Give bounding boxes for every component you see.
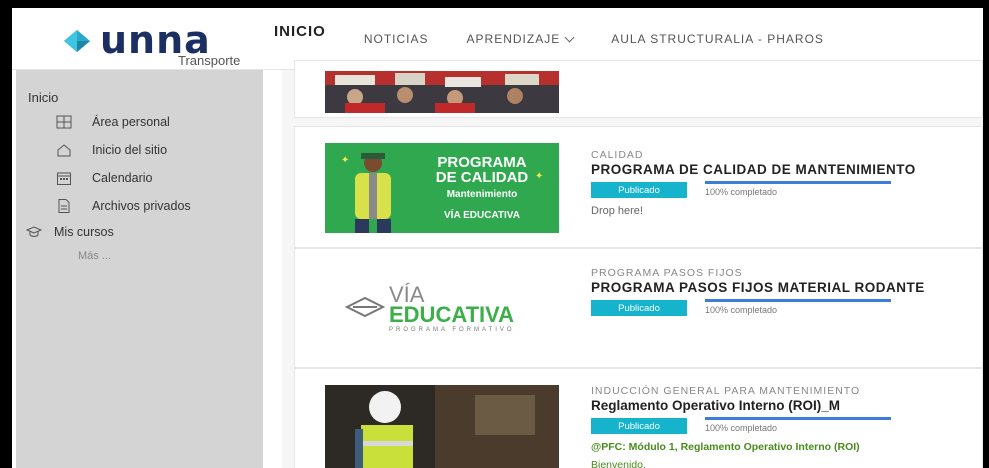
course-title[interactable]: PROGRAMA PASOS FIJOS MATERIAL RODANTE: [591, 280, 925, 295]
progress-fill: [705, 181, 891, 184]
thumb-brand3: PROGRAMA FORMATIVO: [389, 327, 515, 333]
sidebar: Inicio Área personal Inicio del sitio Ca…: [16, 70, 263, 468]
brand-logo[interactable]: unna Transporte: [60, 18, 260, 68]
sidebar-item-label: Mis cursos: [54, 225, 114, 239]
graduation-cap-icon: [26, 226, 42, 237]
sidebar-item-mas[interactable]: Más ...: [78, 250, 111, 262]
sidebar-item-inicio-sitio[interactable]: Inicio del sitio: [56, 142, 167, 158]
thumb-brand2: EDUCATIVA: [463, 210, 520, 221]
sidebar-item-label: Archivos privados: [92, 199, 191, 213]
nav-aula[interactable]: AULA STRUCTURALIA - PHAROS: [611, 32, 824, 46]
chevron-down-icon: [564, 32, 575, 42]
nav-aprendizaje-label: APRENDIZAJE: [466, 32, 561, 46]
progress-fill: [705, 299, 891, 302]
sidebar-item-label: Calendario: [92, 171, 153, 185]
sidebar-item-label: Inicio del sitio: [92, 143, 168, 157]
thumb-line2: DE CALIDAD: [435, 169, 529, 186]
status-badge: Publicado: [591, 182, 687, 198]
course-title[interactable]: PROGRAMA DE CALIDAD DE MANTENIMIENTO: [591, 162, 916, 177]
nav-inicio[interactable]: INICIO: [274, 23, 326, 40]
file-icon: [58, 199, 70, 213]
drop-zone-text: Drop here!: [591, 205, 643, 217]
progress-text: 100% completado: [705, 187, 778, 197]
sidebar-item-mis-cursos[interactable]: Mis cursos: [26, 224, 114, 240]
brand-subtitle: Transporte: [178, 53, 241, 68]
course-list: ✦ ✦ PROGRAMA DE CALIDAD Mantenimiento VÍ…: [282, 60, 983, 468]
sidebar-item-area-personal[interactable]: Área personal: [56, 114, 170, 130]
thumb-line1: PROGRAMA: [437, 154, 527, 171]
svg-text:✦: ✦: [341, 155, 349, 166]
logo-mark-icon: [64, 30, 90, 52]
course-card[interactable]: VÍA EDUCATIVA PROGRAMA FORMATIVO PROGRAM…: [294, 248, 983, 368]
sidebar-item-label: Área personal: [92, 115, 170, 129]
course-image[interactable]: [325, 71, 559, 113]
thumb-brand2: EDUCATIVA: [389, 302, 515, 327]
sidebar-item-inicio[interactable]: Inicio: [28, 90, 58, 105]
calendar-icon: [57, 172, 71, 185]
nav-aprendizaje[interactable]: APRENDIZAJE: [466, 32, 575, 46]
course-image[interactable]: ✦ ✦ PROGRAMA DE CALIDAD Mantenimiento VÍ…: [325, 143, 559, 233]
thumb-line3: Mantenimiento: [446, 189, 518, 200]
course-summary-text: Bienvenido,: [591, 459, 646, 468]
course-image[interactable]: VÍA EDUCATIVA PROGRAMA FORMATIVO: [325, 263, 559, 353]
status-badge: Publicado: [591, 300, 687, 316]
progress-fill: [705, 417, 891, 420]
course-image[interactable]: [325, 385, 559, 468]
progress-text: 100% completado: [705, 305, 778, 315]
nav-noticias[interactable]: NOTICIAS: [364, 32, 429, 46]
via-educativa-logo-icon: [345, 296, 385, 318]
course-card-partial[interactable]: [294, 60, 983, 118]
course-card[interactable]: INDUCCIÓN GENERAL PARA MANTENIMIENTO Reg…: [294, 368, 983, 468]
sidebar-item-calendario[interactable]: Calendario: [56, 170, 152, 186]
crowd-photo: [325, 71, 559, 113]
course-summary-title[interactable]: @PFC: Módulo 1, Reglamento Operativo Int…: [591, 441, 860, 453]
progress-text: 100% completado: [705, 423, 778, 433]
dashboard-icon: [56, 115, 72, 129]
course-category: CALIDAD: [591, 149, 644, 161]
course-category: INDUCCIÓN GENERAL PARA MANTENIMIENTO: [591, 385, 861, 397]
home-icon: [57, 144, 71, 157]
app-frame: unna Transporte INICIO NOTICIAS APRENDIZ…: [12, 8, 983, 468]
worker-photo: [325, 385, 559, 468]
course-category: PROGRAMA PASOS FIJOS: [591, 267, 743, 279]
progress-bar: [705, 417, 891, 420]
sidebar-item-archivos[interactable]: Archivos privados: [56, 198, 191, 214]
progress-bar: [705, 299, 891, 302]
thumb-brand: VÍA EDUCATIVA: [407, 208, 557, 223]
thumb-brand1: VÍA: [444, 210, 461, 221]
course-title[interactable]: Reglamento Operativo Interno (ROI)_M: [591, 398, 840, 413]
progress-bar: [705, 181, 891, 184]
status-badge: Publicado: [591, 418, 687, 434]
course-card[interactable]: ✦ ✦ PROGRAMA DE CALIDAD Mantenimiento VÍ…: [294, 126, 983, 248]
